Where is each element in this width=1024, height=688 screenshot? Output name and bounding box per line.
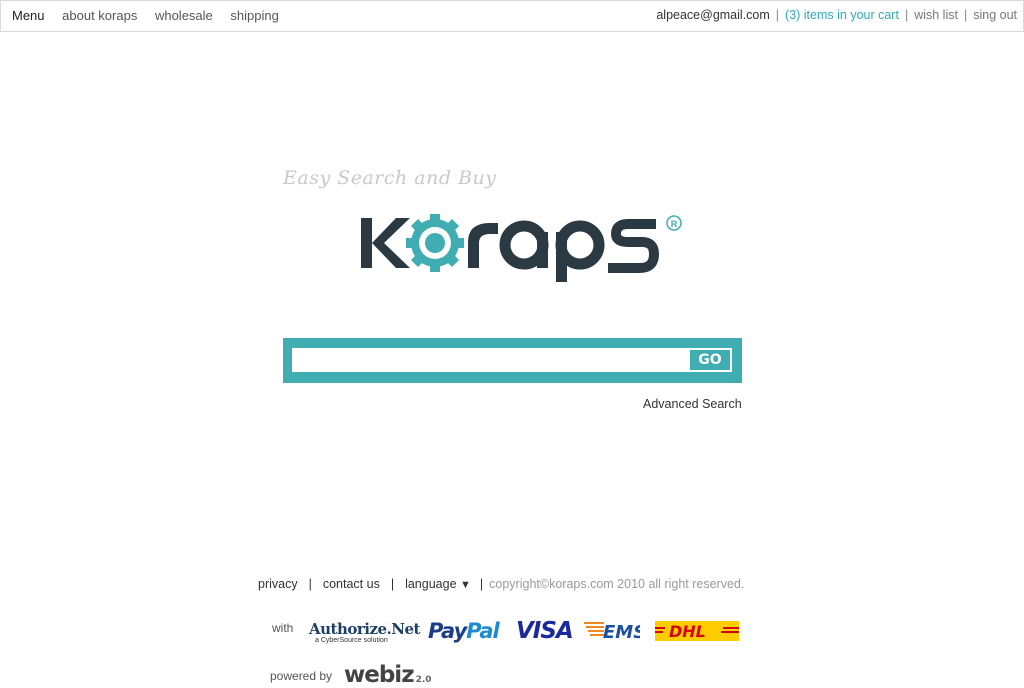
sign-out-link[interactable]: sing out <box>973 8 1017 22</box>
gear-icon <box>406 214 464 272</box>
user-email[interactable]: alpeace@gmail.com <box>656 8 769 22</box>
webiz-name: webiz <box>344 662 415 688</box>
top-nav-left: Menu about koraps wholesale shipping <box>12 8 293 23</box>
top-nav-right: alpeace@gmail.com | (3) items in your cart… <box>656 8 1017 22</box>
search-box: GO <box>283 338 742 383</box>
nav-wholesale[interactable]: wholesale <box>155 8 213 23</box>
go-button[interactable]: GO <box>688 348 732 372</box>
koraps-logo-graphic: R <box>361 214 682 282</box>
language-dropdown[interactable]: language ▼ <box>405 577 471 591</box>
privacy-link[interactable]: privacy <box>258 577 298 591</box>
dhl-logo-graphic: DHL <box>655 621 739 641</box>
nav-about-koraps[interactable]: about koraps <box>62 8 137 23</box>
separator: | <box>308 577 312 591</box>
tagline: Easy Search and Buy <box>283 167 497 189</box>
menu-link[interactable]: Menu <box>12 8 45 23</box>
footer-links: privacy | contact us | language ▼ | copyright©… <box>258 577 744 591</box>
search-input[interactable] <box>292 348 688 372</box>
dhl-text: DHL <box>669 622 706 641</box>
webiz-logo[interactable]: webiz 2.0 <box>344 662 432 688</box>
dhl-logo: DHL <box>655 621 739 646</box>
paypal-logo: PayPal <box>428 619 500 643</box>
separator: | <box>479 577 484 591</box>
authorize-net-name: Authorize.Net <box>309 620 420 638</box>
webiz-version: 2.0 <box>415 675 432 685</box>
koraps-logo[interactable]: R <box>358 210 688 290</box>
ems-logo: EMS <box>584 619 646 648</box>
svg-text:R: R <box>671 219 678 229</box>
authorize-net-logo: Authorize.Net a CyberSource solution <box>309 620 420 644</box>
language-label: language <box>405 577 457 591</box>
separator: | <box>904 8 909 22</box>
authorize-net-tagline: a CyberSource solution <box>315 637 388 644</box>
top-nav-bar: Menu about koraps wholesale shipping alp… <box>0 0 1024 32</box>
separator: | <box>963 8 968 22</box>
cart-link[interactable]: (3) items in your cart <box>785 8 899 22</box>
separator: | <box>775 8 780 22</box>
nav-shipping[interactable]: shipping <box>230 8 278 23</box>
powered-by-label: powered by <box>270 669 333 683</box>
wish-list-link[interactable]: wish list <box>914 8 958 22</box>
paypal-pal: Pal <box>466 619 499 643</box>
with-label: with <box>272 621 294 635</box>
visa-logo: VISA <box>516 618 574 644</box>
advanced-search-link[interactable]: Advanced Search <box>643 397 742 411</box>
separator: | <box>390 577 395 591</box>
paypal-pay: Pay <box>428 619 467 643</box>
contact-us-link[interactable]: contact us <box>323 577 380 591</box>
ems-logo-graphic: EMS <box>584 622 646 643</box>
triangle-down-icon: ▼ <box>460 579 471 591</box>
ems-text: EMS <box>603 622 640 643</box>
copyright-text: copyright©koraps.com 2010 all right rese… <box>489 577 745 591</box>
